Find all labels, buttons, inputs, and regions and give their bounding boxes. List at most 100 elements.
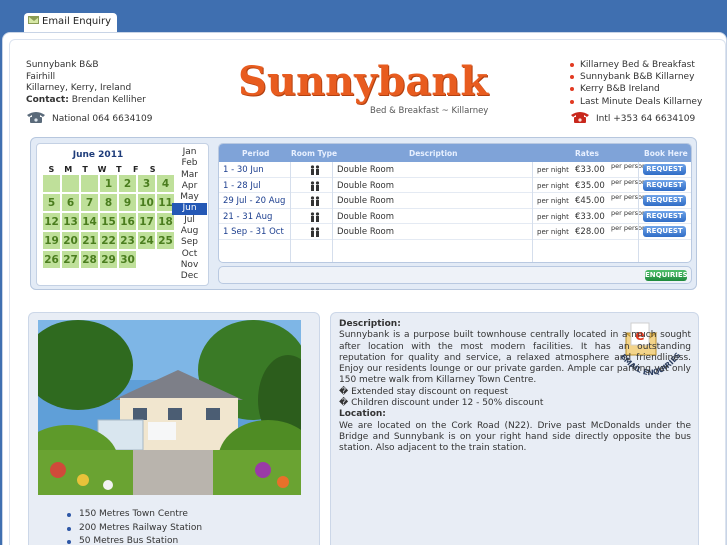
request-button[interactable]: REQUEST <box>643 210 686 222</box>
calendar-day[interactable]: 7 <box>81 194 98 211</box>
header-book: Book Here <box>644 149 688 158</box>
calendar-day[interactable]: 28 <box>81 251 98 268</box>
month-item[interactable]: Jun <box>172 203 207 215</box>
photo-panel: 150 Metres Town Centre 200 Metres Railwa… <box>28 312 320 545</box>
feature-item: 50 Metres Bus Station <box>67 535 202 545</box>
month-item[interactable]: Jan <box>172 147 207 158</box>
enquiries-bar: ENQUIRIES <box>218 266 692 284</box>
calendar-empty-cell <box>81 175 98 192</box>
house-photo <box>38 320 301 495</box>
telephone-icon <box>27 112 45 123</box>
calendar-day[interactable]: 20 <box>62 232 79 249</box>
request-button[interactable]: REQUEST <box>643 164 686 175</box>
rate-price: €33.00 <box>575 211 605 222</box>
address-line-1: Fairhill <box>26 71 56 82</box>
calendar-day[interactable]: 30 <box>119 251 136 268</box>
calendar-day[interactable]: 23 <box>119 232 136 249</box>
link-item[interactable]: Kerry B&B Ireland <box>570 83 702 95</box>
link-item[interactable]: Last Minute Deals Killarney <box>570 96 702 108</box>
calendar-day[interactable]: 19 <box>43 232 60 249</box>
site-links: Killarney Bed & Breakfast Sunnybank B&B … <box>570 59 702 108</box>
header-period: Period <box>242 149 270 158</box>
month-list: Jan Feb Mar Apr May Jun Jul Aug Sep Oct Nov Dec <box>172 147 207 283</box>
month-item[interactable]: Apr <box>172 181 207 192</box>
rate-period: 1 - 30 Jun <box>223 165 264 175</box>
rate-price: €33.00 <box>575 165 605 175</box>
rates-header: Period Room Type Description Rates Book … <box>219 144 691 162</box>
calendar-day[interactable]: 17 <box>138 213 155 230</box>
description-text: Description: Sunnybank is a purpose buil… <box>339 319 691 455</box>
location-body: We are located on the Cork Road (N22). D… <box>339 420 691 454</box>
month-item[interactable]: Aug <box>172 226 207 237</box>
distance-features: 150 Metres Town Centre 200 Metres Railwa… <box>67 508 202 545</box>
month-item[interactable]: Feb <box>172 158 207 169</box>
calendar-day[interactable]: 22 <box>100 232 117 249</box>
calendar-day[interactable]: 21 <box>81 232 98 249</box>
month-item[interactable]: Dec <box>172 271 207 282</box>
calendar-day[interactable]: 12 <box>43 213 60 230</box>
business-name: Sunnybank B&B <box>26 60 99 70</box>
email-enquiry-label: Email Enquiry <box>42 16 112 27</box>
month-item[interactable]: Sep <box>172 237 207 248</box>
address-block: Sunnybank B&B Fairhill Killarney, Kerry,… <box>26 60 146 106</box>
rate-price: €45.00 <box>575 196 605 206</box>
calendar-day[interactable]: 13 <box>62 213 79 230</box>
header-description: Description <box>409 149 458 158</box>
contact-name: Brendan Kelliher <box>71 94 146 105</box>
calendar-day[interactable]: 9 <box>119 194 136 211</box>
feature-item: 200 Metres Railway Station <box>67 522 202 536</box>
calendar-day[interactable]: 6 <box>62 194 79 211</box>
month-item[interactable]: May <box>172 192 207 203</box>
logo-tagline: Bed & Breakfast ~ Killarney <box>370 106 489 116</box>
request-button[interactable]: REQUEST <box>643 195 686 206</box>
weekday-label: S <box>48 165 55 174</box>
logo-title: Sunnybank <box>238 58 489 105</box>
month-item[interactable]: Mar <box>172 170 207 181</box>
weekday-label: T <box>116 165 122 174</box>
rates-table: Period Room Type Description Rates Book … <box>218 143 692 263</box>
calendar-weekdays: SMTWTFS <box>43 165 161 174</box>
calendar-day[interactable]: 1 <box>100 175 117 192</box>
rate-period: 21 - 31 Aug <box>223 211 273 222</box>
rate-per-person: per person <box>611 224 647 232</box>
link-item[interactable]: Sunnybank B&B Killarney <box>570 71 702 83</box>
rate-per-night: per night <box>537 228 569 236</box>
month-item[interactable]: Oct <box>172 249 207 260</box>
contact-line: Contact: Brendan Kelliher <box>26 95 146 107</box>
calendar-day[interactable]: 8 <box>100 194 117 211</box>
request-button[interactable]: REQUEST <box>643 179 686 191</box>
calendar-day[interactable]: 15 <box>100 213 117 230</box>
calendar-day[interactable]: 16 <box>119 213 136 230</box>
phone-intl-text: Intl +353 64 6634109 <box>596 114 696 124</box>
rate-per-person: per person <box>611 208 647 217</box>
rate-per-night: per night <box>537 212 569 221</box>
month-item[interactable]: Jul <box>172 215 207 226</box>
header-room-type: Room Type <box>291 149 338 158</box>
calendar-day[interactable]: 29 <box>100 251 117 268</box>
description-panel: e EMAIL ENQUIRIES Description: Sunnybank… <box>330 312 699 545</box>
weekday-label: W <box>97 165 107 174</box>
link-item[interactable]: Killarney Bed & Breakfast <box>570 59 702 71</box>
calendar-day[interactable]: 3 <box>138 175 155 192</box>
telephone-icon <box>571 112 589 123</box>
rate-period: 1 - 28 Jul <box>223 180 261 191</box>
calendar-empty-cell <box>62 175 79 192</box>
calendar-day[interactable]: 5 <box>43 194 60 211</box>
weekday-label: F <box>132 165 139 174</box>
calendar-day[interactable]: 14 <box>81 213 98 230</box>
rate-per-person: per person <box>611 193 647 201</box>
description-body: Sunnybank is a purpose built townhouse c… <box>339 330 691 386</box>
calendar-day[interactable]: 2 <box>119 175 136 192</box>
email-enquiry-tab[interactable]: Email Enquiry <box>24 13 118 33</box>
calendar-day[interactable]: 27 <box>62 251 79 268</box>
request-button[interactable]: REQUEST <box>643 226 686 237</box>
weekday-label: S <box>149 165 156 174</box>
weekday-label: M <box>64 165 73 174</box>
calendar-day[interactable]: 26 <box>43 251 60 268</box>
calendar-day[interactable]: 24 <box>138 232 155 249</box>
rate-per-person: per person <box>611 177 647 186</box>
calendar-empty-cell <box>43 175 60 192</box>
calendar-day[interactable]: 10 <box>138 194 155 211</box>
month-item[interactable]: Nov <box>172 260 207 271</box>
enquiries-button[interactable]: ENQUIRIES <box>645 270 688 281</box>
